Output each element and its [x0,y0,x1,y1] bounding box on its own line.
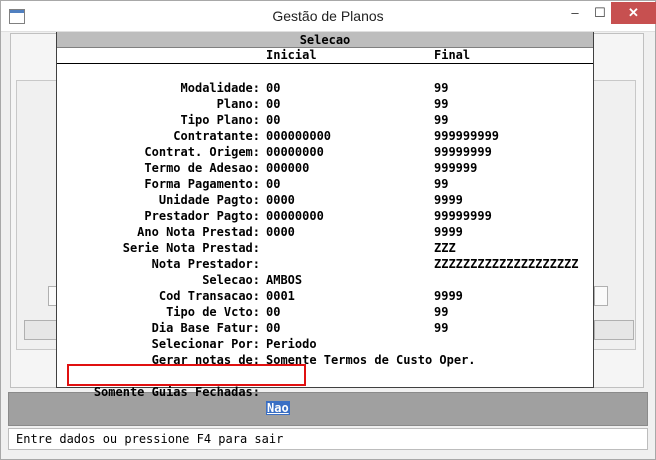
field-initial-input[interactable]: 00000000 [266,144,324,160]
field-final-input[interactable]: 999999 [434,160,477,176]
header-divider [57,63,593,64]
field-row: Dia Base Fatur: 00 99 [57,320,593,336]
field-final-input[interactable]: 99 [434,96,448,112]
field-label: Ano Nota Prestad: [137,225,260,239]
field-initial-input[interactable]: 000000000 [266,128,331,144]
field-final-input[interactable]: 99 [434,320,448,336]
field-initial-input[interactable]: Periodo [266,336,317,352]
field-initial-input[interactable]: 0001 [266,288,295,304]
field-row: Contratante: 000000000 999999999 [57,128,593,144]
field-row: Nota Prestador: ZZZZZZZZZZZZZZZZZZZZ [57,256,593,272]
field-row: Selecionar Por: Periodo [57,336,593,352]
field-row: Plano: 00 99 [57,96,593,112]
field-label: Modalidade: [180,81,260,95]
window-title: Gestão de Planos [272,8,384,24]
field-final-input[interactable]: 9999 [434,288,463,304]
field-final-input[interactable]: 9999 [434,192,463,208]
field-row: Modalidade: 00 99 [57,80,593,96]
field-row: Prestador Pagto: 00000000 99999999 [57,208,593,224]
title-bar: Gestão de Planos – ☐ ✕ [1,1,656,32]
guias-fechadas-input[interactable]: Nao [266,401,290,415]
field-label: Cod Transacao: [158,289,260,303]
field-row: Selecao: AMBOS [57,272,593,288]
header-inicial: Inicial [266,48,317,62]
background-button-right [594,320,634,340]
field-label: Tipo Plano: [180,113,260,127]
field-final-input[interactable]: 99 [434,304,448,320]
field-final-input[interactable]: 99 [434,112,448,128]
field-final-input[interactable]: 99999999 [434,144,492,160]
field-label: Termo de Adesao: [144,161,260,175]
field-row: Serie Nota Prestad: ZZZ [57,240,593,256]
background-button-left [24,320,58,340]
field-initial-input[interactable]: 00 [266,176,280,192]
field-label: Dia Base Fatur: [151,321,260,335]
field-label: Nota Prestador: [151,257,260,271]
field-initial-input[interactable]: 00 [266,96,280,112]
field-row: Cod Transacao: 0001 9999 [57,288,593,304]
field-row: Forma Pagamento: 00 99 [57,176,593,192]
field-label: Plano: [216,97,260,111]
close-button[interactable]: ✕ [611,2,656,24]
field-row: Tipo de Vcto: 00 99 [57,304,593,320]
field-label: Contrat. Origem: [144,145,260,159]
field-initial-input[interactable]: 00000000 [266,208,324,224]
field-final-input[interactable]: 99999999 [434,208,492,224]
field-final-input[interactable]: 99 [434,176,448,192]
field-initial-input[interactable]: 000000 [266,160,309,176]
field-initial-input[interactable]: 00 [266,80,280,96]
background-field-right [594,286,608,306]
field-row: Contrat. Origem: 00000000 99999999 [57,144,593,160]
field-final-input[interactable]: 999999999 [434,128,499,144]
field-label: Tipo de Vcto: [166,305,260,319]
field-label: Prestador Pagto: [144,209,260,223]
field-initial-input[interactable]: 00 [266,304,280,320]
field-final-input[interactable]: ZZZZZZZZZZZZZZZZZZZZ [434,256,579,272]
field-label: Selecao: [202,273,260,287]
field-label: Somente Guias Fechadas: [93,385,260,399]
status-text: Entre dados ou pressione F4 para sair [16,432,284,446]
field-final-input[interactable]: 9999 [434,224,463,240]
field-row: Ano Nota Prestad: 0000 9999 [57,224,593,240]
selection-dialog: Selecao Inicial Final Modalidade: 00 99 Pla… [56,32,594,415]
field-initial-input[interactable]: AMBOS [266,272,302,288]
dialog-title: Selecao [57,32,593,48]
field-final-input[interactable]: 99 [434,80,448,96]
highlight-box [67,364,306,386]
minimize-button[interactable]: – [561,2,589,24]
field-label: Serie Nota Prestad: [122,241,260,255]
status-bar: Entre dados ou pressione F4 para sair [8,428,648,450]
field-label: Selecionar Por: [151,337,260,351]
field-initial-input[interactable]: 0000 [266,224,295,240]
field-initial-input[interactable]: 0000 [266,192,295,208]
field-label: Contratante: [173,129,260,143]
field-row: Tipo Plano: 00 99 [57,112,593,128]
header-final: Final [434,48,471,62]
field-initial-input[interactable]: 00 [266,320,280,336]
field-initial-input[interactable]: 00 [266,112,280,128]
maximize-button[interactable]: ☐ [586,2,614,24]
field-label: Forma Pagamento: [144,177,260,191]
field-row: Unidade Pagto: 0000 9999 [57,192,593,208]
field-label: Unidade Pagto: [158,193,260,207]
field-row: Termo de Adesao: 000000 999999 [57,160,593,176]
field-final-input[interactable]: ZZZ [434,240,456,256]
